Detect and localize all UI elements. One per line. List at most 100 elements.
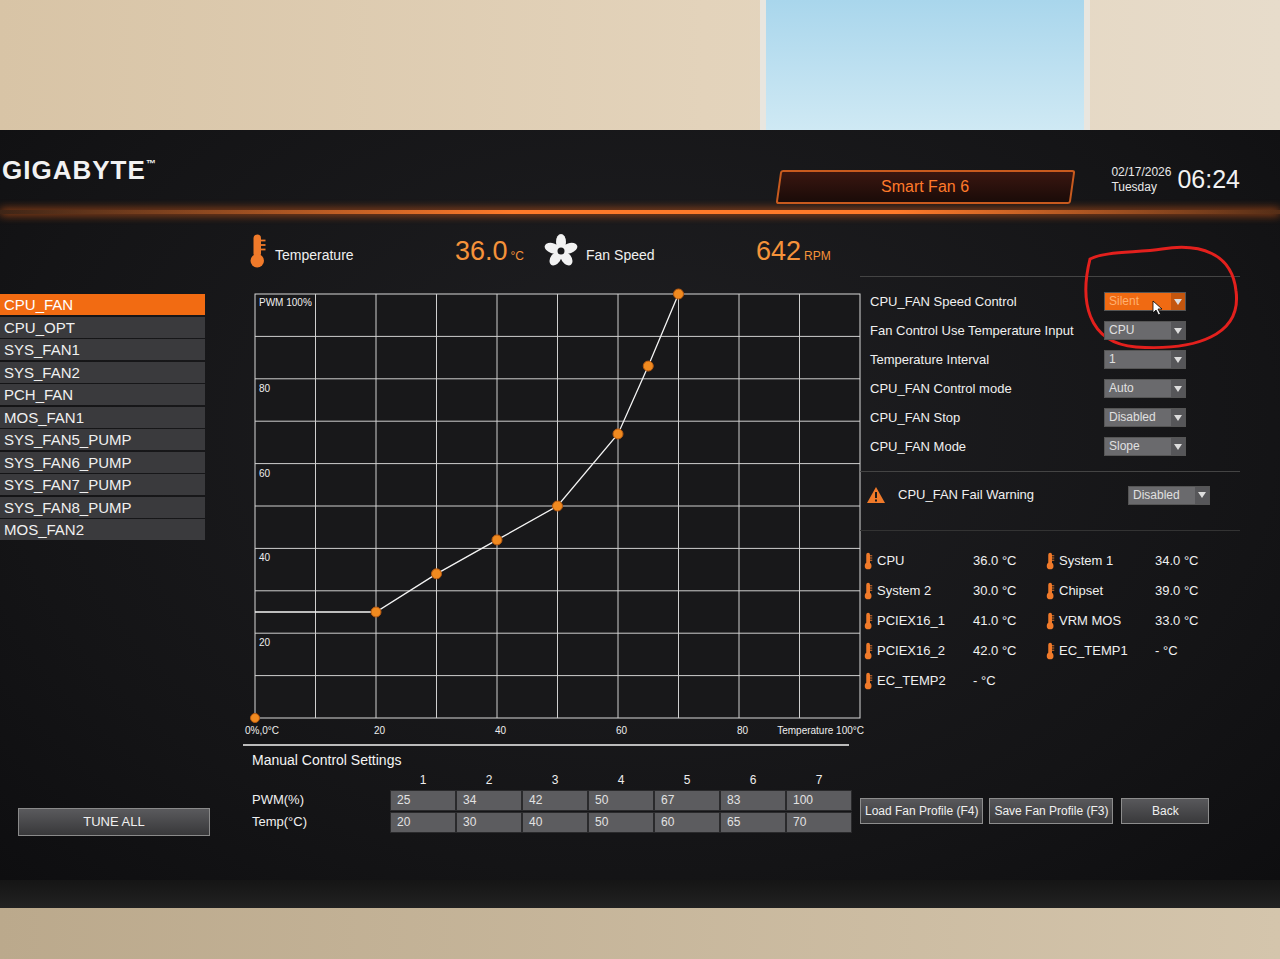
dropdown-arrow-icon[interactable] xyxy=(1171,293,1185,310)
fan-item[interactable]: MOS_FAN2 xyxy=(0,519,205,540)
chart-y-tick: 20 xyxy=(259,637,271,648)
sensor-reading: PCIEX16_141.0 °C xyxy=(864,611,1046,631)
sensor-value: 36.0 °C xyxy=(973,551,1017,571)
chart-x-tick: 60 xyxy=(616,725,628,736)
profile-button[interactable]: Save Fan Profile (F3) xyxy=(989,798,1113,824)
profile-button[interactable]: Load Fan Profile (F4) xyxy=(860,798,983,824)
curve-point[interactable] xyxy=(371,607,381,617)
thermometer-icon xyxy=(249,233,267,269)
setting-label: CPU_FAN Mode xyxy=(870,437,1104,457)
dropdown-arrow-icon[interactable] xyxy=(1195,487,1209,504)
logo-text: GIGABYTE xyxy=(2,155,146,185)
fan-item[interactable]: SYS_FAN6_PUMP xyxy=(0,452,205,473)
value-cell[interactable]: 20 xyxy=(390,812,456,833)
thermometer-icon xyxy=(1046,642,1055,660)
dropdown[interactable]: Auto xyxy=(1104,379,1186,398)
sensor-reading: PCIEX16_242.0 °C xyxy=(864,641,1046,661)
curve-point[interactable] xyxy=(553,501,563,511)
dropdown-arrow-icon[interactable] xyxy=(1171,380,1185,397)
value-cell[interactable]: 65 xyxy=(720,812,786,833)
value-cell[interactable]: 70 xyxy=(786,812,852,833)
back-button[interactable]: Back xyxy=(1121,798,1209,824)
column-header: 3 xyxy=(522,771,588,789)
sensor-reading: EC_TEMP2- °C xyxy=(864,671,1046,691)
value-cell[interactable]: 83 xyxy=(720,790,786,811)
sensor-reading: VRM MOS33.0 °C xyxy=(1046,611,1240,631)
value-cell[interactable]: 34 xyxy=(456,790,522,811)
value-cell[interactable]: 42 xyxy=(522,790,588,811)
value-cell[interactable]: 100 xyxy=(786,790,852,811)
value-cell[interactable]: 40 xyxy=(522,812,588,833)
curve-point[interactable] xyxy=(432,569,442,579)
curve-point[interactable] xyxy=(613,429,623,439)
setting-row: CPU_FAN ModeSlope xyxy=(870,432,1240,461)
value-cell[interactable]: 25 xyxy=(390,790,456,811)
fan-icon xyxy=(544,234,578,268)
fan-item[interactable]: SYS_FAN7_PUMP xyxy=(0,474,205,495)
dropdown[interactable]: CPU xyxy=(1104,321,1186,340)
page-title: Smart Fan 6 xyxy=(882,175,970,199)
fan-item[interactable]: SYS_FAN2 xyxy=(0,362,205,383)
fan-item[interactable]: CPU_OPT xyxy=(0,317,205,338)
dropdown[interactable]: Disabled xyxy=(1104,408,1186,427)
main-area: CPU_FANCPU_OPTSYS_FAN1SYS_FAN2PCH_FANMOS… xyxy=(0,214,1280,880)
background-wall xyxy=(0,0,1280,130)
row-label: Temp(°C) xyxy=(252,812,390,833)
table-corner xyxy=(252,771,390,789)
fan-item[interactable]: PCH_FAN xyxy=(0,384,205,405)
dropdown-value: Silent xyxy=(1105,293,1171,310)
dropdown-arrow-icon[interactable] xyxy=(1171,322,1185,339)
sensor-value: 30.0 °C xyxy=(973,581,1017,601)
curve-point[interactable] xyxy=(674,289,684,299)
curve-point[interactable] xyxy=(492,535,502,545)
value-cell[interactable]: 30 xyxy=(456,812,522,833)
manual-settings-title: Manual Control Settings xyxy=(243,744,849,771)
tune-all-button[interactable]: TUNE ALL xyxy=(18,808,210,836)
dropdown[interactable]: 1 xyxy=(1104,350,1186,369)
dropdown[interactable]: Silent xyxy=(1104,292,1186,311)
fail-warning-row: CPU_FAN Fail WarningDisabled xyxy=(860,480,1240,510)
fan-item[interactable]: SYS_FAN5_PUMP xyxy=(0,429,205,450)
chart-y-title: PWM 100% xyxy=(259,297,312,308)
column-header: 2 xyxy=(456,771,522,789)
chart-y-tick: 40 xyxy=(259,552,271,563)
chart-gridline xyxy=(799,294,800,718)
value-cell[interactable]: 50 xyxy=(588,790,654,811)
value-cell[interactable]: 60 xyxy=(654,812,720,833)
sensor-reading: System 230.0 °C xyxy=(864,581,1046,601)
fan-item[interactable]: SYS_FAN1 xyxy=(0,339,205,360)
chart-gridline xyxy=(255,336,860,337)
dropdown-value: 1 xyxy=(1105,351,1171,368)
warning-label: CPU_FAN Fail Warning xyxy=(898,485,1128,505)
setting-label: CPU_FAN Control mode xyxy=(870,379,1104,399)
bios-screen: GIGABYTE™Smart Fan 602/17/2026Tuesday06:… xyxy=(0,130,1280,880)
curve-point[interactable] xyxy=(643,361,653,371)
chart-gridline xyxy=(255,463,860,464)
dropdown-arrow-icon[interactable] xyxy=(1171,438,1185,455)
dropdown-value: Disabled xyxy=(1105,409,1171,426)
sensor-reading: CPU36.0 °C xyxy=(864,551,1046,571)
sensor-reading: EC_TEMP1- °C xyxy=(1046,641,1240,661)
sensor-name: EC_TEMP1 xyxy=(1059,641,1155,661)
trademark: ™ xyxy=(146,158,157,169)
fan-item[interactable]: SYS_FAN8_PUMP xyxy=(0,497,205,518)
setting-label: CPU_FAN Stop xyxy=(870,408,1104,428)
curve-origin-point xyxy=(251,714,260,723)
chart-x-tick: 40 xyxy=(495,725,507,736)
dropdown[interactable]: Slope xyxy=(1104,437,1186,456)
sensor-name: CPU xyxy=(877,551,973,571)
temperature-unit: °C xyxy=(511,247,524,265)
column-header: 5 xyxy=(654,771,720,789)
dropdown-arrow-icon[interactable] xyxy=(1171,409,1185,426)
fan-item[interactable]: CPU_FAN xyxy=(0,294,205,315)
dropdown[interactable]: Disabled xyxy=(1128,486,1210,505)
sensor-name: PCIEX16_1 xyxy=(877,611,973,631)
chart-gridline xyxy=(255,421,860,422)
dropdown-arrow-icon[interactable] xyxy=(1171,351,1185,368)
column-header: 7 xyxy=(786,771,852,789)
value-cell[interactable]: 50 xyxy=(588,812,654,833)
chart-x-tick: Temperature 100°C xyxy=(777,725,864,736)
chart-gridline xyxy=(255,378,860,379)
fan-item[interactable]: MOS_FAN1 xyxy=(0,407,205,428)
value-cell[interactable]: 67 xyxy=(654,790,720,811)
